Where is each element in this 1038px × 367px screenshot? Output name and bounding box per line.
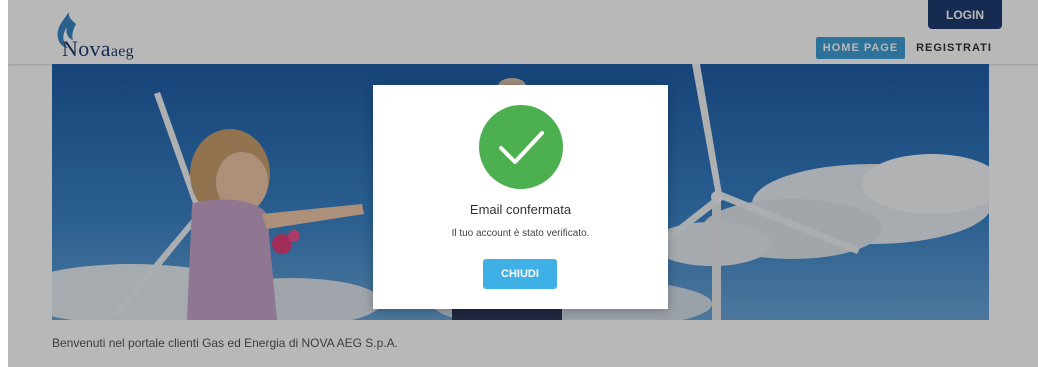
close-button[interactable]: CHIUDI [483, 259, 557, 289]
dialog-title: Email confermata [469, 202, 572, 217]
confirmation-dialog: Email confermata Il tuo account è stato … [373, 85, 668, 309]
page: Novaaeg HOME PAGE REGISTRATI LOGIN Benve… [0, 0, 1038, 367]
page-left-edge [0, 0, 8, 367]
dialog-message: Il tuo account è stato verificato. [451, 228, 590, 239]
check-circle-icon [479, 105, 563, 189]
